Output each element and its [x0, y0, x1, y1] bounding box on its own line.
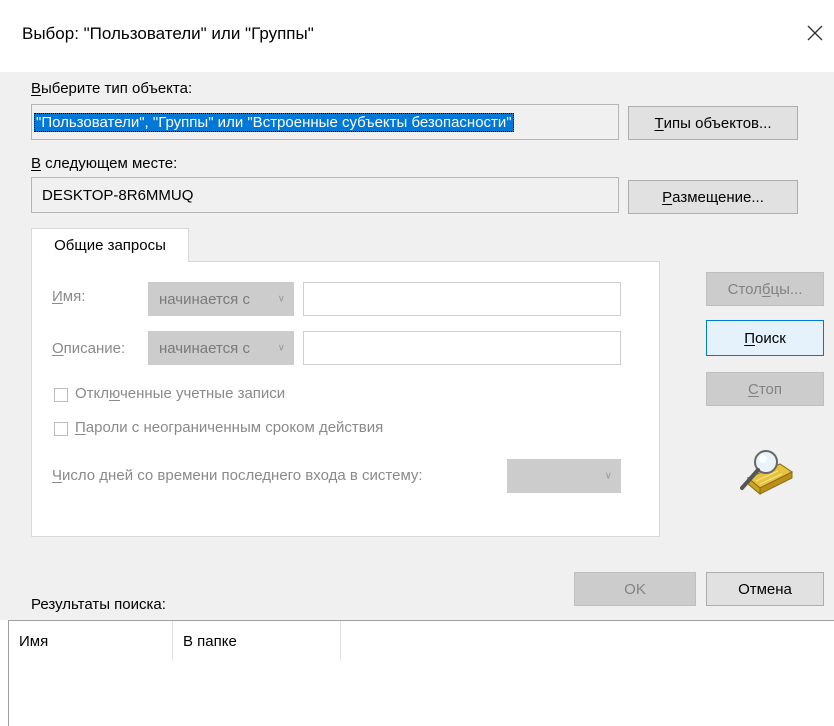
stop-mnemonic: С — [747, 380, 759, 398]
tab-common-queries-label: Общие запросы — [54, 237, 166, 254]
disabled-accounts-text-a: Откл — [75, 385, 110, 402]
stop-text-b: топ — [758, 380, 782, 398]
disabled-accounts-checkbox[interactable] — [54, 388, 68, 402]
non-expiring-text-b: ароли с неограниченным сроком действия — [85, 419, 384, 436]
columns-text-a: Стол — [727, 280, 762, 298]
description-label-text: писание: — [63, 340, 126, 357]
location-button-label: азмещение... — [672, 188, 764, 206]
columns-button[interactable]: Стол б цы... — [706, 272, 824, 306]
disabled-accounts-label: Отключенные учетные записи — [75, 385, 285, 402]
name-label-text: мя: — [62, 288, 86, 305]
stop-button[interactable]: Стоп — [706, 372, 824, 406]
object-type-field[interactable]: "Пользователи", "Группы" или "Встроенные… — [31, 104, 619, 140]
search-mnemonic: П — [744, 329, 755, 347]
cancel-button[interactable]: Отмена — [706, 572, 824, 606]
magnifier-search-icon — [734, 448, 794, 496]
search-text-b: оиск — [754, 329, 786, 347]
chevron-down-icon: ∨ — [277, 342, 285, 354]
description-condition-combo[interactable]: начинается с ∨ — [148, 331, 294, 365]
name-condition-value: начинается с — [159, 290, 250, 308]
description-label: Описание: — [52, 340, 125, 357]
column-header-folder[interactable]: В папке — [173, 621, 341, 661]
title-bar: Выбор: "Пользователи" или "Группы" — [0, 0, 834, 72]
columns-mnemonic: б — [761, 280, 771, 298]
column-header-name-label: Имя — [19, 632, 49, 650]
location-label: В следующем месте: — [31, 155, 177, 172]
description-label-mnemonic: О — [52, 340, 64, 357]
name-condition-combo[interactable]: начинается с ∨ — [148, 282, 294, 316]
search-results-label: Результаты поиска: — [31, 596, 166, 613]
location-button-mnemonic: Р — [662, 188, 673, 206]
non-expiring-passwords-checkbox[interactable] — [54, 422, 68, 436]
location-value: DESKTOP-8R6MMUQ — [42, 186, 194, 204]
object-type-label-mnemonic: В — [31, 80, 42, 97]
location-label-mnemonic: В — [31, 155, 42, 172]
ok-button[interactable]: OK — [574, 572, 696, 606]
window-title: Выбор: "Пользователи" или "Группы" — [22, 24, 314, 43]
close-icon — [807, 25, 823, 41]
cancel-button-label: Отмена — [738, 580, 792, 598]
description-condition-value: начинается с — [159, 339, 250, 357]
object-type-label-text: ыберите тип объекта: — [41, 80, 193, 97]
location-label-text: следующем месте: — [41, 155, 178, 172]
object-type-label: Выберите тип объекта: — [31, 80, 192, 97]
object-type-value: "Пользователи", "Группы" или "Встроенные… — [34, 112, 514, 132]
object-types-button-mnemonic: Т — [654, 114, 664, 132]
column-header-folder-label: В папке — [183, 632, 237, 650]
object-types-button-label: ипы объектов... — [663, 114, 772, 132]
description-input[interactable] — [303, 331, 621, 365]
days-since-logon-combo[interactable]: ∨ — [507, 459, 621, 493]
name-label: Имя: — [52, 288, 85, 305]
object-types-button[interactable]: Типы объектов... — [628, 106, 798, 140]
ok-button-label: OK — [624, 580, 646, 598]
columns-text-b: цы... — [770, 280, 803, 298]
search-results-list[interactable]: Имя В папке — [8, 620, 834, 726]
days-since-logon-text: исло дней со времени последнего входа в … — [62, 467, 423, 484]
location-button[interactable]: Размещение... — [628, 180, 798, 214]
non-expiring-mnemonic: П — [75, 419, 86, 436]
disabled-accounts-text-b: ченные учетные записи — [119, 385, 286, 402]
disabled-accounts-mnemonic: ю — [109, 385, 120, 402]
non-expiring-passwords-label: Пароли с неограниченным сроком действия — [75, 419, 383, 436]
close-button[interactable] — [796, 14, 834, 52]
name-input[interactable] — [303, 282, 621, 316]
chevron-down-icon: ∨ — [277, 293, 285, 305]
days-since-logon-label: Число дней со времени последнего входа в… — [52, 467, 423, 484]
search-button[interactable]: Поиск — [706, 320, 824, 356]
column-header-name[interactable]: Имя — [9, 621, 173, 661]
name-label-mnemonic: И — [52, 288, 63, 305]
location-field[interactable]: DESKTOP-8R6MMUQ — [31, 177, 619, 213]
tab-common-queries[interactable]: Общие запросы — [31, 228, 189, 262]
chevron-down-icon: ∨ — [604, 470, 612, 482]
days-since-logon-mnemonic: Ч — [52, 467, 62, 484]
